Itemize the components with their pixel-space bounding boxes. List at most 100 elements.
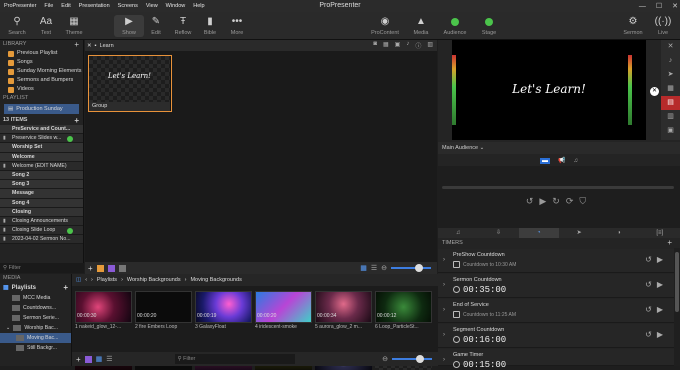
- play-timer-icon[interactable]: ▶: [657, 280, 668, 289]
- slide-preview-tab-icon[interactable]: ▬: [540, 157, 550, 164]
- menu-window[interactable]: Window: [162, 3, 190, 9]
- slide-thumbnail[interactable]: Let's Learn! Group: [88, 55, 172, 112]
- playlist-header-row[interactable]: Song 2: [0, 170, 83, 181]
- media-button[interactable]: ▲ Media: [406, 15, 436, 36]
- media-swatch-icon[interactable]: [84, 355, 92, 363]
- tab-timers-icon[interactable]: ◔: [518, 228, 559, 238]
- theme-swatch-icon[interactable]: [96, 264, 104, 272]
- playlist-item-row[interactable]: ▮ 2023-04-02 Sermon No...: [0, 235, 83, 245]
- media-zoom-out-icon[interactable]: ⊖: [382, 355, 388, 363]
- menu-presentation[interactable]: Presentation: [75, 3, 114, 9]
- playlist-header-row[interactable]: Message: [0, 189, 83, 199]
- shield-icon[interactable]: ⛉: [579, 196, 592, 206]
- timer-row[interactable]: › Sermon Countdown 00:35:00 ↺▶: [438, 274, 674, 298]
- playlist-header-row[interactable]: Closing: [0, 207, 83, 217]
- media-thumb[interactable]: 00:00:12 6 Loop_ParticleSt...: [375, 291, 432, 331]
- playlist-item-row[interactable]: ▮ Closing Slide Loop: [0, 226, 83, 236]
- back-icon[interactable]: ‹: [85, 277, 87, 283]
- camera-icon[interactable]: ◙: [373, 41, 377, 50]
- zoom-out-icon[interactable]: ⊖: [381, 264, 387, 272]
- zoom-slider[interactable]: [391, 264, 431, 272]
- reset-icon[interactable]: ↺: [645, 280, 657, 289]
- timer-row[interactable]: › Game Timer 00:15:00: [438, 349, 674, 370]
- rewind-icon[interactable]: ↺: [526, 196, 540, 206]
- minimize-icon[interactable]: —: [639, 3, 646, 10]
- add-library-icon[interactable]: +: [74, 40, 79, 49]
- edit-button[interactable]: ✎ Edit: [141, 15, 171, 36]
- library-item[interactable]: Sermons and Bumpers: [0, 76, 83, 85]
- media-grid-icon[interactable]: ▦: [96, 355, 103, 363]
- add-slide-icon[interactable]: +: [88, 264, 93, 273]
- clear-announcements-icon[interactable]: ▤: [661, 96, 680, 110]
- play-transport-icon[interactable]: ▶: [539, 196, 552, 206]
- playlist-item-row[interactable]: ▮ Welcome (EDIT NAME): [0, 161, 83, 171]
- media-zoom-slider[interactable]: [392, 355, 432, 363]
- add-media-playlist-icon[interactable]: +: [63, 283, 68, 293]
- grid-icon[interactable]: ▦: [383, 41, 389, 50]
- media-playlist-item[interactable]: Sermon Serie...: [0, 313, 71, 323]
- grid-view-icon[interactable]: ▦: [360, 264, 367, 272]
- audio-icon[interactable]: ♪: [406, 41, 409, 50]
- chevron-right-icon[interactable]: ›: [443, 357, 445, 363]
- tab-audio-icon[interactable]: ♫: [438, 228, 478, 238]
- timer-row[interactable]: › Segment Countdown 00:16:00 ↺▶: [438, 324, 674, 348]
- chevron-down-icon[interactable]: ⌄: [6, 323, 10, 333]
- library-item[interactable]: Videos: [0, 85, 83, 94]
- timer-row[interactable]: › PreShow Countdown Countdown to 10:30 AM ↺…: [438, 249, 674, 273]
- clear-messages-icon[interactable]: ➤: [661, 68, 680, 82]
- transport-track[interactable]: [442, 186, 674, 189]
- audience-selector[interactable]: Main Audience ⌄: [438, 142, 680, 154]
- breadcrumb-playlists[interactable]: Playlists: [97, 277, 117, 283]
- tab-mic-icon[interactable]: ◗: [599, 228, 639, 238]
- playlist-header-row[interactable]: Welcome: [0, 152, 83, 162]
- procontent-button[interactable]: ◉ ProContent: [370, 15, 400, 36]
- layout-icon[interactable]: ▥: [427, 41, 433, 50]
- theme-button[interactable]: ▦ Theme: [59, 15, 89, 36]
- clear-to-logo-icon[interactable]: ✕: [650, 87, 659, 96]
- close-tab-icon[interactable]: ✕: [87, 43, 92, 49]
- clear-media-icon[interactable]: ▣: [661, 124, 680, 138]
- info-icon[interactable]: ⓘ: [415, 41, 421, 50]
- playlist-selected[interactable]: ▤ Production Sunday: [4, 104, 79, 114]
- media-thumb[interactable]: 00:00:19 3 GalaxyFloat: [195, 291, 252, 331]
- list-view-icon[interactable]: ☰: [371, 264, 377, 272]
- media-playlist-item[interactable]: Moving Bac...: [0, 333, 71, 343]
- play-timer-icon[interactable]: ▶: [657, 330, 668, 339]
- media-playlist-item[interactable]: MCC Media: [0, 293, 71, 303]
- announcement-tab-icon[interactable]: 📢: [558, 157, 565, 164]
- play-timer-icon[interactable]: ▶: [657, 255, 668, 264]
- menu-help[interactable]: Help: [189, 3, 208, 9]
- media-playlist-item[interactable]: ⌄ Worship Bac...: [0, 323, 71, 333]
- tab-macros-icon[interactable]: [≡]: [640, 228, 680, 238]
- add-item-icon[interactable]: +: [74, 116, 79, 125]
- media-playlist-item[interactable]: Still Backgr...: [0, 343, 71, 353]
- breadcrumb-worship[interactable]: Worship Backgrounds: [127, 277, 181, 283]
- timer-row[interactable]: › End of Service Countdown to 11:25 AM ↺▶: [438, 299, 674, 323]
- close-icon[interactable]: ✕: [672, 2, 678, 10]
- media-thumb[interactable]: 00:00:30 1 nakeid_glow_12-...: [75, 291, 132, 331]
- forward-nav-icon[interactable]: ›: [91, 277, 93, 283]
- library-item[interactable]: Songs: [0, 58, 83, 67]
- media-zoom-thumb[interactable]: [416, 355, 424, 363]
- menu-app[interactable]: ProPresenter: [0, 3, 40, 9]
- more-button[interactable]: ••• More: [222, 15, 252, 36]
- playlist-header-row[interactable]: Song 4: [0, 198, 83, 208]
- live-button[interactable]: ((·)) Live: [648, 15, 678, 36]
- media-filter-input[interactable]: ⚲ Filter: [174, 354, 295, 364]
- audience-button[interactable]: Audience: [440, 15, 470, 36]
- media-list-icon[interactable]: ☰: [106, 355, 112, 363]
- tab-bin-icon[interactable]: ⇩: [478, 228, 518, 238]
- playlist-header-row[interactable]: Song 3: [0, 180, 83, 190]
- media-thumb[interactable]: 00:00:20 4 iridescent-smoke: [255, 291, 312, 331]
- zoom-slider-thumb[interactable]: [415, 264, 423, 272]
- breadcrumb-moving[interactable]: Moving Backgrounds: [190, 277, 241, 283]
- library-item[interactable]: Sunday Morning Elements: [0, 67, 83, 76]
- repeat-icon[interactable]: ⟳: [566, 196, 580, 206]
- clear-audio-icon[interactable]: ♪: [661, 54, 680, 68]
- maximize-icon[interactable]: ☐: [656, 2, 662, 10]
- media-thumb[interactable]: 00:00:20 2 fire Embers Loop: [135, 291, 192, 331]
- timers-scrollbar[interactable]: [674, 248, 680, 366]
- timers-scroll-thumb[interactable]: [675, 252, 679, 312]
- bible-button[interactable]: ▮ Bible: [195, 15, 225, 36]
- search-button[interactable]: ⚲ Search: [2, 15, 32, 36]
